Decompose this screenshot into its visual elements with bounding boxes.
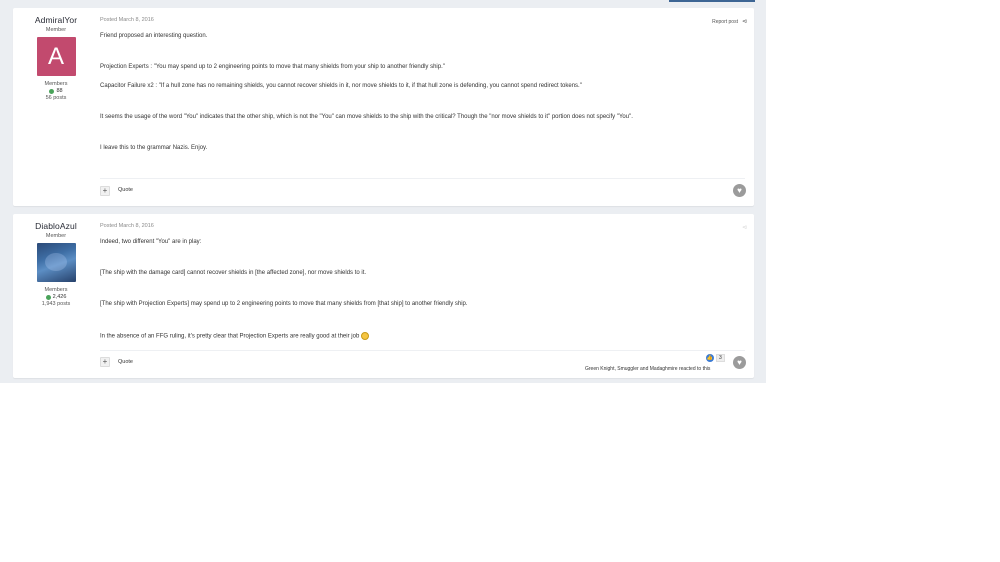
post-paragraph: [The ship with the damage card] cannot r…: [100, 270, 367, 276]
share-icon[interactable]: ⊲: [742, 18, 747, 25]
author-name[interactable]: DiabloAzul: [13, 221, 99, 231]
reacted-users[interactable]: Green Knight, Smuggler and Madaghmire re…: [585, 366, 710, 372]
share-icon[interactable]: ⊲: [742, 224, 747, 231]
reputation-badge: 2,426: [13, 294, 99, 300]
top-accent-bar: [669, 0, 755, 2]
post-paragraph: I leave this to the grammar Nazis. Enjoy…: [100, 145, 208, 151]
reputation-icon: [49, 88, 55, 94]
report-post-link[interactable]: Report post ⊲: [712, 18, 747, 26]
post-paragraph: Friend proposed an interesting question.: [100, 33, 208, 39]
multiquote-button[interactable]: +: [100, 357, 110, 367]
post-paragraph: In the absence of an FFG ruling, it's pr…: [100, 332, 370, 340]
multiquote-button[interactable]: +: [100, 186, 110, 196]
reputation-badge: 88: [13, 88, 99, 94]
quote-button[interactable]: Quote: [118, 359, 133, 365]
like-heart-icon[interactable]: ♥: [733, 184, 746, 197]
smile-emoji-icon: [361, 332, 370, 340]
share-link[interactable]: ⊲: [742, 224, 747, 231]
member-group: Members: [44, 287, 68, 293]
post-paragraph: Capacitor Failure x2 : "If a hull zone h…: [100, 83, 582, 89]
reaction-count: 3: [716, 354, 725, 362]
post-paragraph: Indeed, two different "You" are in play:: [100, 239, 202, 245]
post-count: 1,943 posts: [41, 301, 71, 307]
divider: [100, 178, 745, 179]
divider: [100, 350, 745, 351]
member-group: Members: [44, 81, 68, 87]
author-name[interactable]: AdmiralYor: [13, 15, 99, 25]
forum-post: DiabloAzul Member Members 2,426 1,943 po…: [13, 214, 754, 378]
post-paragraph-text: In the absence of an FFG ruling, it's pr…: [100, 333, 360, 340]
reputation-value: 88: [56, 88, 63, 94]
post-date[interactable]: Posted March 8, 2016: [100, 223, 154, 229]
avatar[interactable]: [36, 243, 76, 282]
reputation-icon: [45, 294, 51, 300]
post-paragraph: Projection Experts : "You may spend up t…: [100, 64, 445, 70]
reputation-value: 2,426: [52, 294, 67, 300]
author-panel: AdmiralYor Member A Members 88 56 posts: [13, 8, 99, 101]
post-paragraph: [The ship with Projection Experts] may s…: [100, 301, 468, 307]
like-reaction-icon: 👍: [706, 354, 714, 362]
author-title: Member: [45, 27, 67, 33]
author-panel: DiabloAzul Member Members 2,426 1,943 po…: [13, 214, 99, 307]
report-label[interactable]: Report post: [712, 19, 738, 25]
forum-post: AdmiralYor Member A Members 88 56 posts …: [13, 8, 754, 206]
post-count: 56 posts: [45, 95, 67, 101]
like-heart-icon[interactable]: ♥: [733, 356, 746, 369]
avatar[interactable]: A: [36, 37, 76, 76]
post-paragraph: It seems the usage of the word "You" ind…: [100, 114, 633, 120]
quote-button[interactable]: Quote: [118, 187, 133, 193]
reaction-summary[interactable]: 👍 3: [706, 354, 725, 362]
author-title: Member: [45, 233, 67, 239]
post-date[interactable]: Posted March 8, 2016: [100, 17, 154, 23]
